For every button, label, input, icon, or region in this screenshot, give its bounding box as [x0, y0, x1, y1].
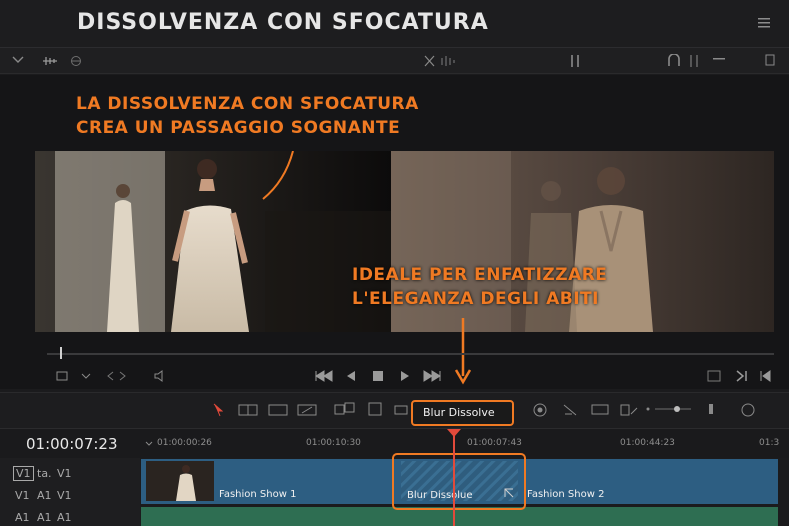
link-icon[interactable] — [70, 55, 82, 67]
annotation-bottom-line-2: L'ELEGANZA DEGLI ABITI — [352, 289, 599, 309]
annotation-bottom-line-1: IDEALE PER ENFATIZZARE — [352, 265, 608, 285]
insert-icon[interactable] — [334, 401, 356, 417]
track-row3-col1[interactable]: A1 — [15, 511, 30, 524]
play-icon[interactable] — [399, 370, 411, 382]
snap-icon[interactable] — [667, 54, 681, 68]
ruler-label-4: 01:00:44:23 — [620, 438, 675, 448]
flag-icon[interactable] — [590, 402, 610, 418]
stop-icon[interactable] — [372, 370, 384, 382]
scrub-bar[interactable] — [47, 353, 774, 355]
ruler-chevron-icon[interactable] — [145, 441, 153, 447]
clip-label-2: Fashion Show 2 — [527, 489, 605, 500]
viewer-frame-clip-1 — [35, 151, 391, 332]
ruler-label-2: 01:00:10:30 — [306, 438, 361, 448]
overwrite-icon[interactable] — [366, 401, 384, 417]
track-row1-col3[interactable]: V1 — [57, 467, 72, 480]
window-icon[interactable] — [765, 54, 775, 66]
fullscreen-icon[interactable] — [707, 370, 721, 382]
marker-icon[interactable] — [688, 54, 700, 68]
transition-name-label: Blur Dissolve — [423, 406, 495, 419]
audio-level-icon[interactable] — [42, 55, 58, 67]
annotation-bottom: IDEALE PER ENFATIZZARE L'ELEGANZA DEGLI … — [352, 263, 607, 311]
match-frame-icon[interactable] — [106, 370, 130, 382]
dynamic-trim-icon[interactable] — [268, 403, 288, 417]
track-row2-col1[interactable]: V1 — [15, 489, 30, 502]
track-row2-col2[interactable]: A1 — [37, 489, 52, 502]
position-lock-icon[interactable] — [562, 402, 580, 418]
volume-icon[interactable] — [153, 369, 167, 383]
transition-highlight — [392, 453, 526, 510]
track-row1-col2[interactable]: ta. — [37, 467, 52, 480]
skip-back-icon[interactable] — [314, 370, 334, 382]
app-title: DISSOLVENZA CON SFOCATURA — [77, 10, 489, 35]
next-edit-icon[interactable] — [736, 370, 748, 382]
blade-icon[interactable] — [297, 403, 317, 417]
ruler-label-3: 01:00:07:43 — [467, 438, 522, 448]
replace-icon[interactable] — [394, 405, 408, 415]
timecode-display[interactable]: 01:00:07:23 — [26, 435, 118, 453]
zoom-slider-icon[interactable] — [645, 404, 719, 414]
last-frame-icon[interactable] — [759, 370, 771, 382]
clip-thumbnail — [146, 461, 214, 501]
track-row2-col3[interactable]: V1 — [57, 489, 72, 502]
track-row3-col3[interactable]: A1 — [57, 511, 72, 524]
minimize-icon[interactable] — [713, 58, 725, 62]
track-row3-col2[interactable]: A1 — [37, 511, 52, 524]
clip-label-1: Fashion Show 1 — [219, 489, 297, 500]
viewer-size-icon[interactable] — [56, 371, 68, 381]
ruler-label-5: 01:3 — [759, 438, 780, 448]
collapse-chevron-icon[interactable] — [12, 56, 24, 64]
timeline-options-icon[interactable] — [740, 402, 756, 418]
transport-controls — [0, 362, 789, 390]
timeline-playhead[interactable] — [453, 430, 455, 526]
step-back-icon[interactable] — [345, 370, 357, 382]
link-clips-icon[interactable] — [531, 402, 549, 418]
annotation-top: LA DISSOLVENZA CON SFOCATURA CREA UN PAS… — [76, 92, 419, 140]
timeline-toolbar — [0, 392, 789, 428]
dropdown-chevron-icon[interactable] — [81, 373, 91, 379]
select-arrow-icon[interactable] — [213, 403, 223, 417]
viewer-playhead[interactable] — [60, 347, 62, 359]
track-row1-col1[interactable]: V1 — [13, 466, 34, 481]
annotation-top-line-1: LA DISSOLVENZA CON SFOCATURA — [76, 94, 419, 114]
skip-forward-icon[interactable] — [422, 370, 442, 382]
annotation-top-line-2: CREA UN PASSAGGIO SOGNANTE — [76, 118, 401, 138]
viewer-toolbar — [0, 48, 789, 74]
trim-icon[interactable] — [238, 403, 258, 417]
cut-icon[interactable] — [424, 54, 464, 68]
track-headers: V1 ta. V1 V1 A1 V1 A1 A1 A1 — [0, 458, 140, 526]
split-icon[interactable] — [569, 54, 581, 68]
ruler-label-1: 01:00:00:26 — [157, 438, 212, 448]
menu-icon[interactable] — [758, 18, 770, 28]
marker-tool-icon[interactable] — [619, 402, 639, 418]
